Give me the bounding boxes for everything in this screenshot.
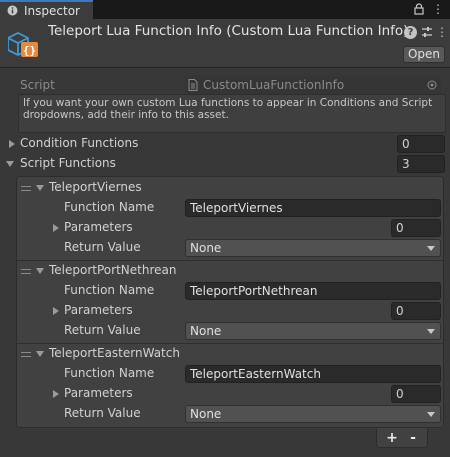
return-value-selected: None [190, 324, 222, 338]
script-functions-count[interactable]: 3 [397, 155, 445, 173]
foldout-collapsed-icon[interactable] [52, 224, 60, 232]
foldout-expanded-icon[interactable] [36, 350, 44, 358]
element-separator [17, 260, 443, 261]
condition-functions-label[interactable]: Condition Functions [20, 136, 138, 150]
remove-element-button[interactable]: - [403, 429, 423, 447]
condition-functions-count[interactable]: 0 [397, 135, 445, 153]
tab-menu-icon[interactable]: ⋮ [432, 2, 444, 16]
return-value-selected: None [190, 407, 222, 421]
script-file-icon [188, 79, 198, 91]
preset-sliders-icon[interactable] [420, 25, 434, 39]
function-name-label: Function Name [64, 283, 155, 297]
info-box: If you want your own custom Lua function… [18, 94, 446, 133]
function-name-input[interactable]: TeleportViernes [185, 199, 441, 217]
parameters-count[interactable]: 0 [391, 385, 441, 403]
function-name-input[interactable]: TeleportPortNethrean [185, 282, 441, 300]
tab-bar: Inspector ⋮ [0, 0, 450, 19]
parameters-label[interactable]: Parameters [64, 220, 133, 234]
function-name-label: Function Name [64, 366, 155, 380]
open-button[interactable]: Open [403, 46, 445, 63]
function-name-label: Function Name [64, 200, 155, 214]
list-item: TeleportPortNethrean Function Name Telep… [17, 260, 443, 343]
foldout-collapsed-icon[interactable] [8, 140, 16, 148]
foldout-expanded-icon[interactable] [36, 267, 44, 275]
foldout-collapsed-icon[interactable] [52, 307, 60, 315]
script-functions-label[interactable]: Script Functions [20, 156, 116, 170]
tab-inspector[interactable]: Inspector [0, 0, 93, 19]
return-value-label: Return Value [64, 323, 141, 337]
parameters-label[interactable]: Parameters [64, 303, 133, 317]
drag-handle-icon[interactable] [21, 269, 31, 274]
chevron-down-icon [427, 329, 435, 334]
list-footer: + - [376, 428, 428, 448]
page-title: Teleport Lua Function Info (Custom Lua F… [48, 23, 409, 39]
parameters-count[interactable]: 0 [391, 302, 441, 320]
element-name[interactable]: TeleportViernes [49, 180, 142, 194]
parameters-count[interactable]: 0 [391, 219, 441, 237]
list-item: TeleportEasternWatch Function Name Telep… [17, 343, 443, 426]
tab-label: Inspector [24, 3, 80, 18]
foldout-expanded-icon[interactable] [36, 184, 44, 192]
function-name-input[interactable]: TeleportEasternWatch [185, 365, 441, 383]
element-name[interactable]: TeleportEasternWatch [49, 346, 180, 360]
return-value-dropdown[interactable]: None [185, 322, 441, 340]
return-value-label: Return Value [64, 240, 141, 254]
script-field[interactable]: CustomLuaFunctionInfo [185, 76, 441, 94]
element-name[interactable]: TeleportPortNethrean [49, 263, 176, 277]
script-label: Script [20, 78, 55, 92]
chevron-down-icon [427, 412, 435, 417]
object-picker-icon[interactable] [427, 80, 437, 90]
drag-handle-icon[interactable] [21, 352, 31, 357]
list-item: TeleportViernes Function Name TeleportVi… [17, 177, 443, 260]
inspector-header: {} Teleport Lua Function Info (Custom Lu… [0, 19, 450, 68]
add-element-button[interactable]: + [382, 429, 402, 447]
return-value-dropdown[interactable]: None [185, 239, 441, 257]
script-functions-list: TeleportViernes Function Name TeleportVi… [16, 176, 444, 428]
parameters-label[interactable]: Parameters [64, 386, 133, 400]
inspector-content: Script CustomLuaFunctionInfo If you want… [0, 68, 450, 457]
lock-icon[interactable] [414, 3, 424, 15]
drag-handle-icon[interactable] [21, 186, 31, 191]
chevron-down-icon [427, 246, 435, 251]
foldout-expanded-icon[interactable] [6, 160, 14, 168]
scriptable-object-icon: {} [8, 31, 38, 57]
foldout-collapsed-icon[interactable] [52, 390, 60, 398]
kebab-menu-icon[interactable]: ⋮ [435, 25, 449, 39]
help-icon[interactable]: ? [404, 26, 417, 39]
svg-text:{}: {} [23, 44, 36, 57]
info-icon [7, 5, 18, 16]
return-value-selected: None [190, 241, 222, 255]
script-functions-row: Script Functions 3 [0, 154, 450, 174]
element-separator [17, 343, 443, 344]
return-value-dropdown[interactable]: None [185, 405, 441, 423]
script-name: CustomLuaFunctionInfo [203, 78, 345, 92]
return-value-label: Return Value [64, 406, 141, 420]
condition-functions-row: Condition Functions 0 [0, 134, 450, 154]
